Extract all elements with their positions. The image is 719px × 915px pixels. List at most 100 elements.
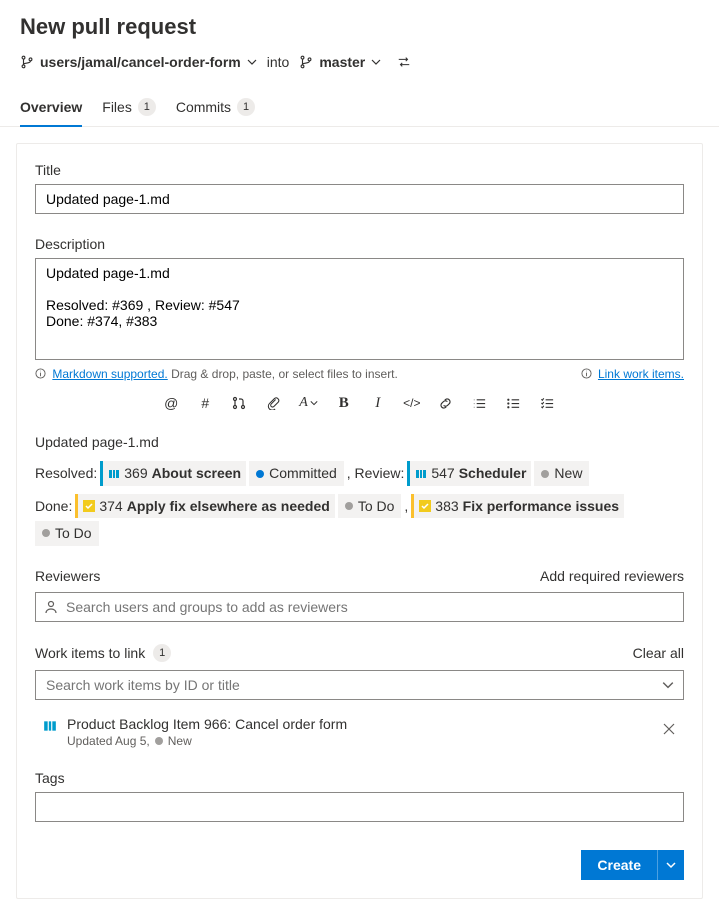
page-title: New pull request — [20, 14, 699, 40]
reviewers-search-input[interactable] — [35, 592, 684, 622]
tab-overview[interactable]: Overview — [20, 90, 82, 126]
workitem-chip[interactable]: 547 Scheduler — [407, 461, 531, 485]
backlog-item-icon — [43, 719, 57, 733]
workitem-title: Fix performance issues — [463, 495, 619, 517]
reviewers-label: Reviewers — [35, 568, 100, 584]
workitem-id: 383 — [435, 495, 458, 517]
linked-workitem-status: New — [168, 734, 192, 748]
branch-icon — [299, 55, 313, 69]
status-chip: To Do — [338, 494, 402, 518]
chevron-down-icon — [371, 57, 381, 67]
description-label: Description — [35, 236, 684, 252]
tab-label: Commits — [176, 99, 231, 115]
chevron-down-icon — [666, 860, 676, 870]
add-required-reviewers-button[interactable]: Add required reviewers — [540, 568, 684, 584]
branch-icon — [20, 55, 34, 69]
status-chip: To Do — [35, 521, 99, 545]
workitem-chip[interactable]: 374 Apply fix elsewhere as needed — [75, 494, 334, 518]
status-dot-icon — [345, 502, 353, 510]
info-icon — [581, 368, 592, 379]
description-preview: Updated page-1.md Resolved: 369 About sc… — [35, 431, 684, 546]
mention-icon[interactable]: @ — [163, 395, 179, 411]
tags-label: Tags — [35, 770, 684, 786]
status-text: To Do — [358, 495, 395, 517]
heading-icon[interactable]: A — [299, 395, 318, 411]
create-button[interactable]: Create — [581, 850, 657, 880]
attachment-icon[interactable] — [265, 395, 281, 411]
workitem-chip[interactable]: 369 About screen — [100, 461, 246, 485]
into-label: into — [267, 54, 290, 70]
target-branch-selector[interactable]: master — [299, 54, 381, 70]
footer-actions: Create — [35, 850, 684, 880]
workitem-title: Apply fix elsewhere as needed — [127, 495, 330, 517]
chevron-down-icon — [662, 679, 674, 691]
tabs: Overview Files 1 Commits 1 — [0, 90, 719, 127]
create-dropdown-button[interactable] — [657, 850, 684, 880]
task-icon — [83, 500, 95, 512]
commits-count-badge: 1 — [237, 98, 255, 116]
target-branch-name: master — [319, 54, 365, 70]
branch-row: users/jamal/cancel-order-form into maste… — [20, 54, 699, 70]
status-chip: New — [534, 461, 589, 485]
hash-icon[interactable]: # — [197, 395, 213, 411]
checklist-icon[interactable] — [540, 395, 556, 411]
tab-files[interactable]: Files 1 — [102, 90, 156, 126]
workitem-title: About screen — [152, 462, 241, 484]
linked-workitem-updated: Updated Aug 5, — [67, 734, 150, 748]
pr-icon[interactable] — [231, 395, 247, 411]
bold-icon[interactable]: B — [336, 395, 352, 411]
bullet-list-icon[interactable] — [472, 395, 488, 411]
swap-branches-icon[interactable] — [397, 55, 411, 69]
workitem-chip[interactable]: 383 Fix performance issues — [411, 494, 624, 518]
drag-hint-text: Drag & drop, paste, or select files to i… — [168, 367, 398, 381]
workitem-id: 369 — [124, 462, 147, 484]
numbered-list-icon[interactable] — [506, 395, 522, 411]
files-count-badge: 1 — [138, 98, 156, 116]
clear-all-button[interactable]: Clear all — [633, 645, 684, 661]
backlog-item-icon — [108, 468, 120, 480]
workitems-label: Work items to link — [35, 645, 145, 661]
status-dot-icon — [42, 529, 50, 537]
link-icon[interactable] — [438, 395, 454, 411]
person-icon — [43, 599, 59, 615]
link-workitems-hint[interactable]: Link work items. — [581, 367, 684, 381]
workitem-id: 547 — [431, 462, 454, 484]
markdown-hint: Markdown supported. Drag & drop, paste, … — [35, 367, 398, 381]
status-dot-icon — [155, 737, 163, 745]
preview-heading: Updated page-1.md — [35, 431, 684, 453]
linked-workitem: Product Backlog Item 966: Cancel order f… — [35, 716, 684, 748]
review-label: , Review: — [347, 462, 405, 484]
workitems-count-badge: 1 — [153, 644, 171, 662]
chevron-down-icon — [247, 57, 257, 67]
status-dot-icon — [541, 470, 549, 478]
source-branch-name: users/jamal/cancel-order-form — [40, 54, 241, 70]
workitem-title: Scheduler — [459, 462, 527, 484]
linked-workitem-title[interactable]: Product Backlog Item 966: Cancel order f… — [67, 716, 347, 732]
link-workitems-link[interactable]: Link work items. — [598, 367, 684, 381]
workitem-id: 374 — [99, 495, 122, 517]
markdown-supported-link[interactable]: Markdown supported. — [52, 367, 167, 381]
task-icon — [419, 500, 431, 512]
form-card: Title Description Updated page-1.md Reso… — [16, 143, 703, 899]
close-icon[interactable] — [662, 722, 676, 736]
tab-label: Overview — [20, 99, 82, 115]
backlog-item-icon — [415, 468, 427, 480]
tab-commits[interactable]: Commits 1 — [176, 90, 255, 126]
title-input[interactable] — [35, 184, 684, 214]
status-text: New — [554, 462, 582, 484]
tab-label: Files — [102, 99, 132, 115]
title-label: Title — [35, 162, 684, 178]
code-icon[interactable]: </> — [404, 395, 420, 411]
source-branch-selector[interactable]: users/jamal/cancel-order-form — [20, 54, 257, 70]
tags-input[interactable] — [35, 792, 684, 822]
workitems-search-input[interactable] — [35, 670, 684, 700]
status-text: Committed — [269, 462, 337, 484]
done-label: Done: — [35, 495, 72, 517]
comma: , — [404, 495, 408, 517]
status-text: To Do — [55, 522, 92, 544]
description-textarea[interactable]: Updated page-1.md Resolved: #369 , Revie… — [35, 258, 684, 360]
info-icon — [35, 368, 46, 379]
status-chip: Committed — [249, 461, 344, 485]
editor-toolbar: @ # A B I </> — [35, 391, 684, 415]
italic-icon[interactable]: I — [370, 395, 386, 411]
